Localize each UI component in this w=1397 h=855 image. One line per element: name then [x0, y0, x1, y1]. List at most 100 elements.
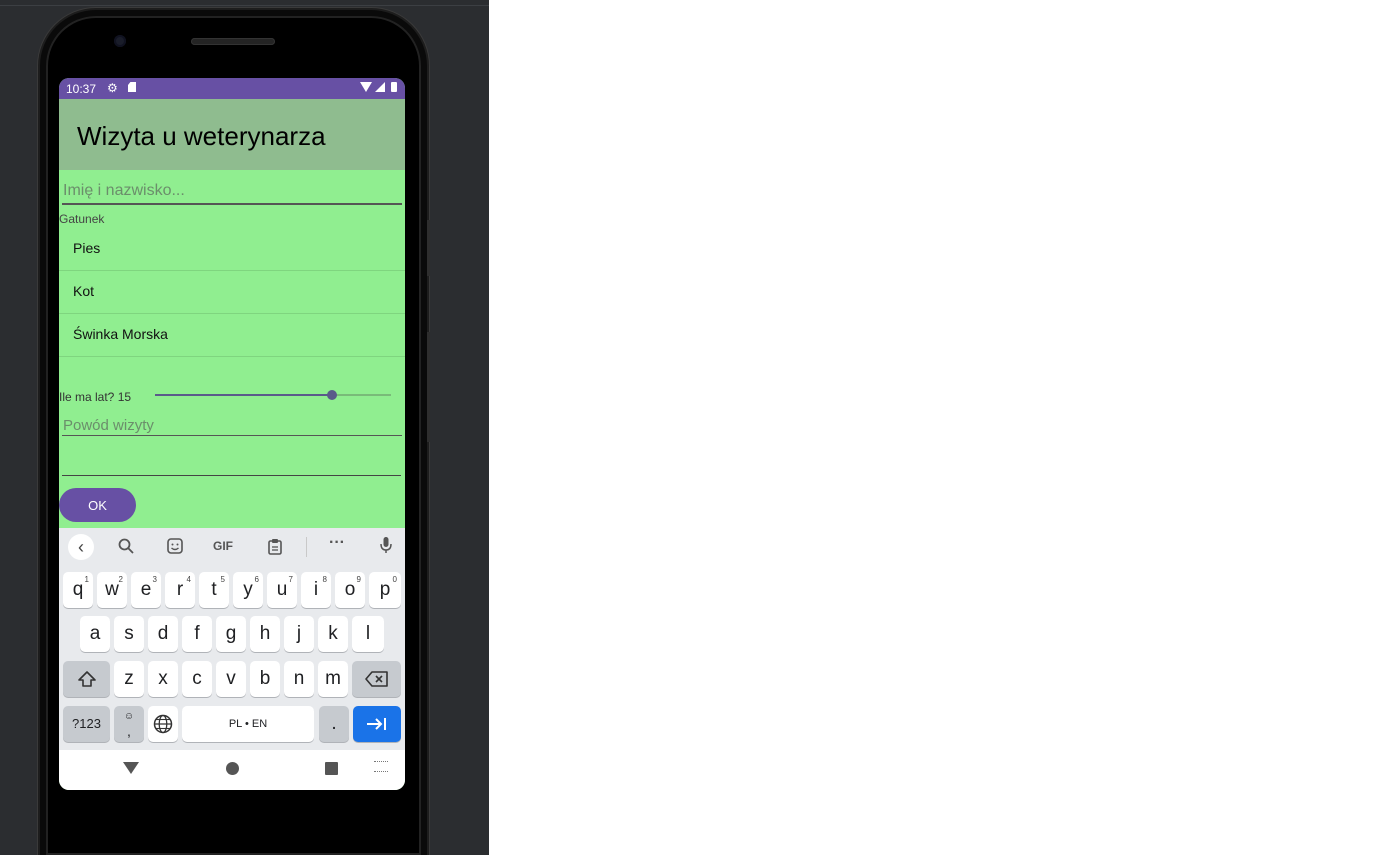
species-item-kot[interactable]: Kot	[59, 270, 405, 314]
emoji-comma-key[interactable]: ☺ ,	[114, 706, 144, 742]
slider-track-inactive	[332, 394, 391, 396]
key-k[interactable]: k	[318, 616, 348, 652]
key-o[interactable]: o9	[335, 572, 365, 608]
key-d[interactable]: d	[148, 616, 178, 652]
species-item-pies[interactable]: Pies	[59, 227, 405, 271]
sticker-icon[interactable]	[167, 538, 183, 557]
shift-icon	[77, 671, 96, 687]
key-letter: e	[140, 579, 152, 600]
key-r[interactable]: r4	[165, 572, 195, 608]
nav-back-icon[interactable]	[123, 762, 139, 774]
chevron-left-icon[interactable]: ‹	[68, 534, 94, 560]
nav-recents-icon[interactable]	[325, 762, 338, 775]
comma-label: ,	[127, 723, 131, 739]
key-z[interactable]: z	[114, 661, 144, 697]
shift-key[interactable]	[63, 661, 110, 697]
input-underline	[62, 475, 401, 476]
key-g[interactable]: g	[216, 616, 246, 652]
status-bar: 10:37 ⚙	[59, 78, 405, 99]
keyboard-switch-icon[interactable]	[374, 761, 388, 772]
key-t[interactable]: t5	[199, 572, 229, 608]
key-j[interactable]: j	[284, 616, 314, 652]
toolbar-divider	[306, 537, 307, 557]
list-item-label: Kot	[73, 283, 95, 299]
next-key[interactable]	[353, 706, 401, 742]
status-time: 10:37	[66, 82, 97, 96]
power-button[interactable]	[427, 220, 430, 276]
soft-keyboard: ‹ GIF ··· q1 w2 e3 r4 t5 y6 u7 i8 o9 p 0…	[59, 528, 405, 750]
nav-home-icon[interactable]	[226, 762, 239, 775]
list-item-label: Pies	[73, 240, 101, 256]
name-input[interactable]	[62, 179, 402, 205]
key-hint: 7	[288, 575, 293, 584]
more-options-icon[interactable]: ···	[329, 534, 345, 552]
key-letter: t	[211, 579, 217, 600]
clipboard-icon[interactable]	[267, 538, 283, 558]
microphone-icon[interactable]	[380, 536, 392, 557]
key-letter: q	[72, 579, 84, 600]
key-letter: w	[105, 579, 119, 600]
key-i[interactable]: i8	[301, 572, 331, 608]
gif-button[interactable]: GIF	[213, 539, 233, 553]
cell-signal-icon	[375, 82, 385, 92]
visit-reason-input[interactable]	[62, 415, 402, 436]
settings-notification-icon: ⚙	[107, 81, 118, 95]
tab-next-icon	[367, 718, 386, 730]
ok-button[interactable]: OK	[59, 488, 136, 522]
sd-card-icon	[128, 82, 136, 92]
spacebar[interactable]: PL • EN	[182, 706, 314, 742]
navigation-bar	[59, 750, 405, 790]
key-hint: 1	[84, 575, 89, 584]
volume-button[interactable]	[427, 332, 430, 442]
key-hint: 9	[356, 575, 361, 584]
key-letter: r	[176, 579, 184, 600]
keyboard-toolbar: ‹ GIF ···	[59, 528, 405, 566]
key-n[interactable]: n	[284, 661, 314, 697]
device-screen: 10:37 ⚙ Wizyta u weterynarza Gatunek Pie…	[59, 78, 405, 790]
key-s[interactable]: s	[114, 616, 144, 652]
emulator-toolbar-divider	[0, 5, 489, 6]
key-b[interactable]: b	[250, 661, 280, 697]
backspace-key[interactable]	[352, 661, 401, 697]
key-letter: i	[313, 579, 319, 600]
key-x[interactable]: x	[148, 661, 178, 697]
key-hint: 4	[186, 575, 191, 584]
key-a[interactable]: a	[80, 616, 110, 652]
key-f[interactable]: f	[182, 616, 212, 652]
key-hint: 0	[392, 575, 397, 584]
page-title: Wizyta u weterynarza	[77, 121, 326, 151]
key-q[interactable]: q1	[63, 572, 93, 608]
key-m[interactable]: m	[318, 661, 348, 697]
key-y[interactable]: y6	[233, 572, 263, 608]
key-p[interactable]: p0	[369, 572, 401, 608]
species-label: Gatunek	[59, 212, 105, 226]
key-h[interactable]: h	[250, 616, 280, 652]
key-w[interactable]: w2	[97, 572, 127, 608]
key-l[interactable]: l	[352, 616, 384, 652]
globe-icon	[153, 714, 173, 734]
species-item-swinka-morska[interactable]: Świnka Morska	[59, 313, 405, 357]
age-slider[interactable]	[155, 384, 391, 406]
key-e[interactable]: e3	[131, 572, 161, 608]
backspace-icon	[364, 671, 388, 687]
key-hint: 5	[220, 575, 225, 584]
key-letter: y	[243, 579, 253, 600]
key-v[interactable]: v	[216, 661, 246, 697]
key-letter: u	[276, 579, 288, 600]
key-u[interactable]: u7	[267, 572, 297, 608]
symbols-key[interactable]: ?123	[63, 706, 110, 742]
key-c[interactable]: c	[182, 661, 212, 697]
key-letter: p	[379, 579, 391, 600]
key-hint: 3	[152, 575, 157, 584]
slider-thumb[interactable]	[327, 390, 337, 400]
key-hint: 2	[118, 575, 123, 584]
search-icon[interactable]	[118, 538, 134, 557]
key-hint: 6	[254, 575, 259, 584]
language-key[interactable]	[148, 706, 178, 742]
app-bar: Wizyta u weterynarza	[59, 99, 405, 170]
key-letter: o	[344, 579, 356, 600]
period-key[interactable]: .	[319, 706, 349, 742]
earpiece-speaker	[191, 38, 275, 45]
key-hint: 8	[322, 575, 327, 584]
battery-icon	[391, 82, 397, 92]
